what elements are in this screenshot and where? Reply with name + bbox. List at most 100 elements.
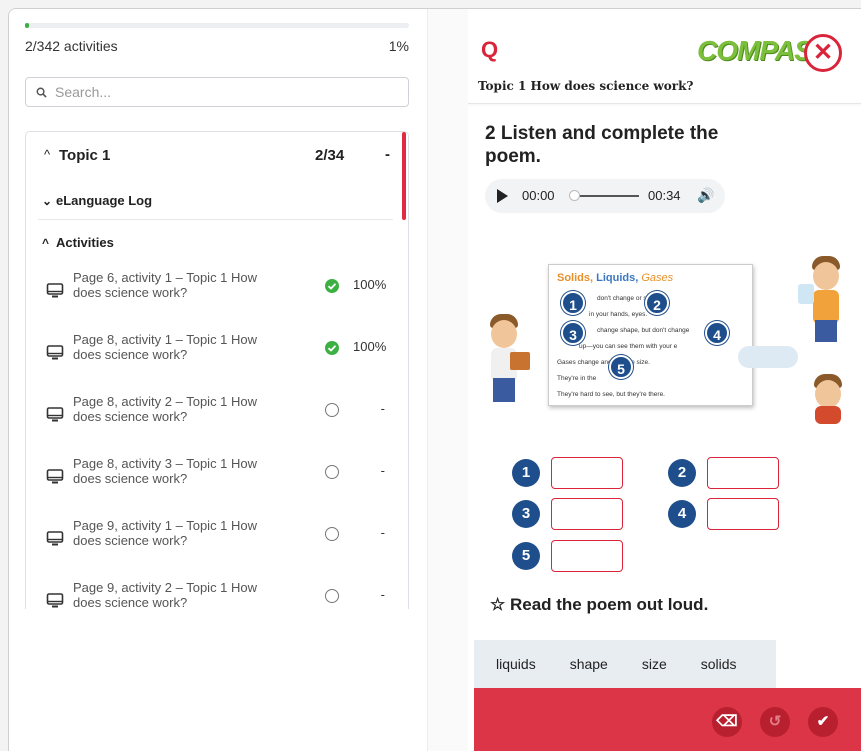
audio-seek-track[interactable] — [573, 195, 639, 197]
chevron-up-icon: ^ — [42, 236, 50, 250]
monitor-icon — [46, 407, 64, 422]
answer-number: 3 — [512, 500, 540, 528]
completed-check-icon — [325, 279, 339, 293]
completed-check-icon — [325, 341, 339, 355]
audio-current-time: 00:00 — [522, 188, 555, 203]
chevron-down-icon: ⌄ — [42, 194, 53, 208]
activity-topic-title: Topic 1 How does science work? — [478, 79, 694, 93]
topic-count: 2/34 — [315, 147, 345, 164]
word-bank-item[interactable]: liquids — [496, 656, 536, 672]
eraser-button[interactable]: ⌫ — [712, 707, 742, 737]
poem-gap-number: 1 — [561, 291, 585, 315]
play-icon[interactable] — [497, 189, 508, 203]
activity-score: 100% — [353, 339, 387, 354]
boy-with-box-illustration — [484, 314, 534, 404]
poem-gap-number: 2 — [645, 291, 669, 315]
activity-heading: 2 Listen and complete the poem. — [485, 122, 725, 168]
answer-input-2[interactable] — [707, 457, 779, 489]
activity-viewer: Q COMPASS ✕ Topic 1 How does science wor… — [427, 9, 861, 751]
activities-percent: 1% — [388, 38, 409, 54]
activity-number: 2 — [485, 123, 496, 144]
activity-content: Q COMPASS ✕ Topic 1 How does science wor… — [468, 9, 861, 751]
activity-toolbar: ⌫ ↺ ✔ — [474, 688, 861, 751]
checkmark-icon: ✔ — [816, 713, 830, 730]
elanguage-log-label: eLanguage Log — [56, 193, 153, 208]
poem-title: Solids, Liquids, Gases — [557, 272, 674, 284]
cloud-illustration — [738, 346, 798, 368]
app-frame: 2/342 activities 1% ^ Topic 1 2/34 - ⌄ e… — [8, 8, 861, 751]
answer-input-5[interactable] — [551, 540, 623, 572]
poem-gap-number: 5 — [609, 355, 633, 379]
activity-instruction: Listen and complete the poem. — [485, 123, 719, 167]
poem-line: change shape, but don't change — [597, 327, 690, 334]
activity-sidebar: 2/342 activities 1% ^ Topic 1 2/34 - ⌄ e… — [9, 9, 427, 751]
activity-item[interactable]: Page 9, activity 2 – Topic 1 How does sc… — [26, 576, 406, 609]
activity-title: Page 8, activity 3 – Topic 1 How does sc… — [73, 456, 258, 486]
word-bank-item[interactable]: size — [642, 656, 667, 672]
activities-toggle[interactable]: ^ Activities — [38, 224, 393, 262]
topic-header[interactable]: ^ Topic 1 2/34 - — [26, 132, 406, 180]
activity-item[interactable]: Page 8, activity 2 – Topic 1 How does sc… — [26, 390, 406, 452]
poem-line: They're in the — [557, 375, 597, 382]
search-box[interactable] — [25, 77, 409, 107]
activity-score: 100% — [353, 277, 387, 292]
activity-item[interactable]: Page 6, activity 1 – Topic 1 How does sc… — [26, 266, 406, 328]
activities-count: 2/342 activities — [25, 38, 118, 54]
incomplete-circle-icon — [325, 527, 339, 541]
activity-score: - — [380, 525, 385, 540]
answer-number: 5 — [512, 542, 540, 570]
eraser-icon: ⌫ — [716, 713, 738, 730]
activity-item[interactable]: Page 8, activity 3 – Topic 1 How does sc… — [26, 452, 406, 514]
activity-score: - — [380, 401, 385, 416]
search-input[interactable] — [55, 84, 395, 100]
topic-title: Topic 1 — [59, 147, 111, 164]
reset-button[interactable]: ↺ — [760, 707, 790, 737]
answer-input-4[interactable] — [707, 498, 779, 530]
activity-item[interactable]: Page 9, activity 1 – Topic 1 How does sc… — [26, 514, 406, 576]
check-button[interactable]: ✔ — [808, 707, 838, 737]
viewer-gutter — [428, 9, 468, 751]
incomplete-circle-icon — [325, 465, 339, 479]
undo-icon: ↺ — [768, 713, 782, 730]
word-bank-item[interactable]: shape — [570, 656, 608, 672]
answer-input-1[interactable] — [551, 457, 623, 489]
monitor-icon — [46, 283, 64, 298]
audio-duration: 00:34 — [648, 188, 681, 203]
answer-area: 1 2 3 4 5 — [468, 449, 861, 589]
activity-title: Page 6, activity 1 – Topic 1 How does sc… — [73, 270, 258, 300]
topic-score: - — [385, 146, 390, 163]
search-icon — [36, 87, 47, 98]
app-logo: Q — [481, 37, 499, 62]
chevron-up-icon: ^ — [44, 147, 51, 162]
activity-title: Page 8, activity 2 – Topic 1 How does sc… — [73, 394, 258, 424]
monitor-icon — [46, 593, 64, 608]
incomplete-circle-icon — [325, 589, 339, 603]
audio-player: 00:00 00:34 🔊 — [485, 179, 725, 213]
boy-smelling-illustration — [808, 372, 848, 424]
word-bank-item[interactable]: solids — [701, 656, 737, 672]
answer-input-3[interactable] — [551, 498, 623, 530]
divider — [468, 103, 861, 104]
topic-panel: ^ Topic 1 2/34 - ⌄ eLanguage Log ^ Activ… — [25, 131, 409, 609]
poem-line: They're hard to see, but they're there. — [557, 391, 665, 398]
monitor-icon — [46, 345, 64, 360]
audio-seek-handle[interactable] — [569, 190, 580, 201]
activities-label: Activities — [56, 235, 114, 250]
activity-score: - — [380, 587, 385, 602]
activity-item[interactable]: Page 8, activity 1 – Topic 1 How does sc… — [26, 328, 406, 390]
monitor-icon — [46, 531, 64, 546]
poem-gap-number: 4 — [705, 321, 729, 345]
activity-title: Page 9, activity 1 – Topic 1 How does sc… — [73, 518, 258, 548]
word-bank: liquids shape size solids — [474, 640, 776, 688]
volume-icon[interactable]: 🔊 — [697, 187, 714, 204]
close-button[interactable]: ✕ — [804, 34, 842, 72]
activity-score: - — [380, 463, 385, 478]
poem-illustration: Solids, Liquids, Gases don't change or s… — [468, 244, 861, 424]
incomplete-circle-icon — [325, 403, 339, 417]
poem-line: in your hands, eyes. — [589, 311, 648, 318]
poem-card: Solids, Liquids, Gases don't change or s… — [548, 264, 753, 406]
elanguage-log-toggle[interactable]: ⌄ eLanguage Log — [38, 182, 393, 220]
answer-number: 4 — [668, 500, 696, 528]
poem-line: Gases change and change size. — [557, 359, 650, 366]
read-aloud-instruction: ☆ Read the poem out loud. — [490, 595, 709, 614]
